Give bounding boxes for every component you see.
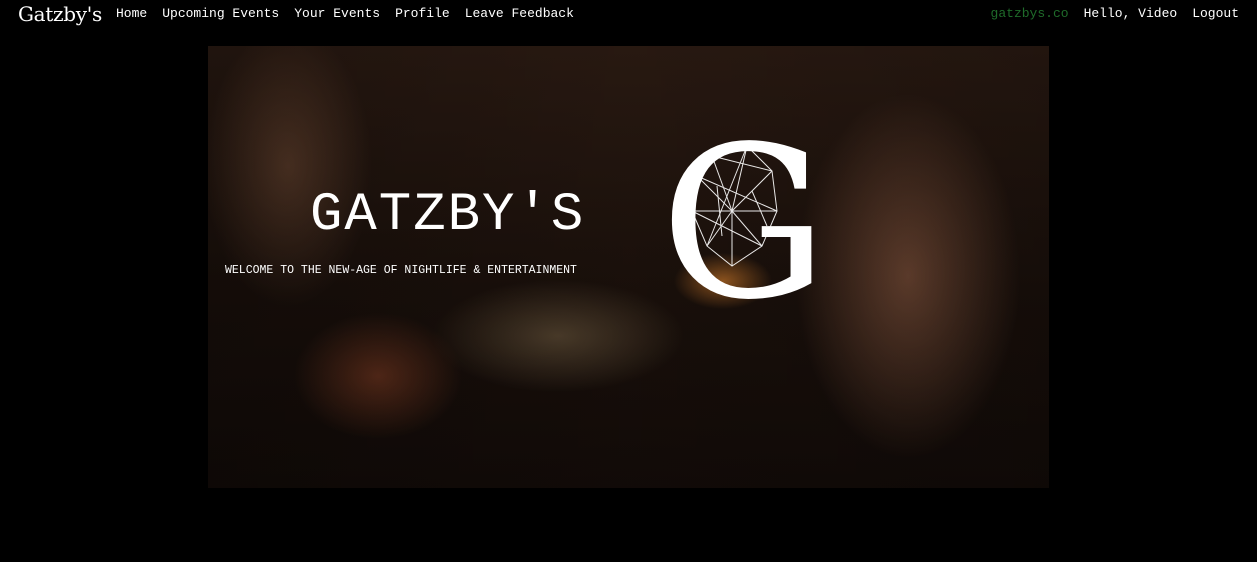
logout-link[interactable]: Logout: [1192, 6, 1239, 21]
nav-profile-link[interactable]: Profile: [395, 6, 450, 21]
hero-tagline: WELCOME TO THE NEW-AGE OF NIGHTLIFE & EN…: [225, 264, 577, 277]
site-link[interactable]: gatzbys.co: [991, 6, 1069, 21]
top-navbar: Gatzby's Home Upcoming Events Your Event…: [0, 0, 1257, 30]
hero-banner: GATZBY'S WELCOME TO THE NEW-AGE OF NIGHT…: [208, 46, 1049, 488]
nav-leave-feedback-link[interactable]: Leave Feedback: [465, 6, 574, 21]
hero-title: GATZBY'S: [310, 185, 586, 246]
logo-g-letter: G: [660, 116, 828, 316]
user-greeting-link[interactable]: Hello, Video: [1084, 6, 1178, 21]
nav-links: Home Upcoming Events Your Events Profile…: [116, 6, 574, 21]
nav-home-link[interactable]: Home: [116, 6, 147, 21]
brand-logo-link[interactable]: Gatzby's: [18, 2, 102, 26]
nav-upcoming-events-link[interactable]: Upcoming Events: [162, 6, 279, 21]
nav-user-links: gatzbys.co Hello, Video Logout: [991, 6, 1239, 21]
nav-your-events-link[interactable]: Your Events: [294, 6, 380, 21]
gatzbys-g-logo: G: [660, 116, 828, 316]
